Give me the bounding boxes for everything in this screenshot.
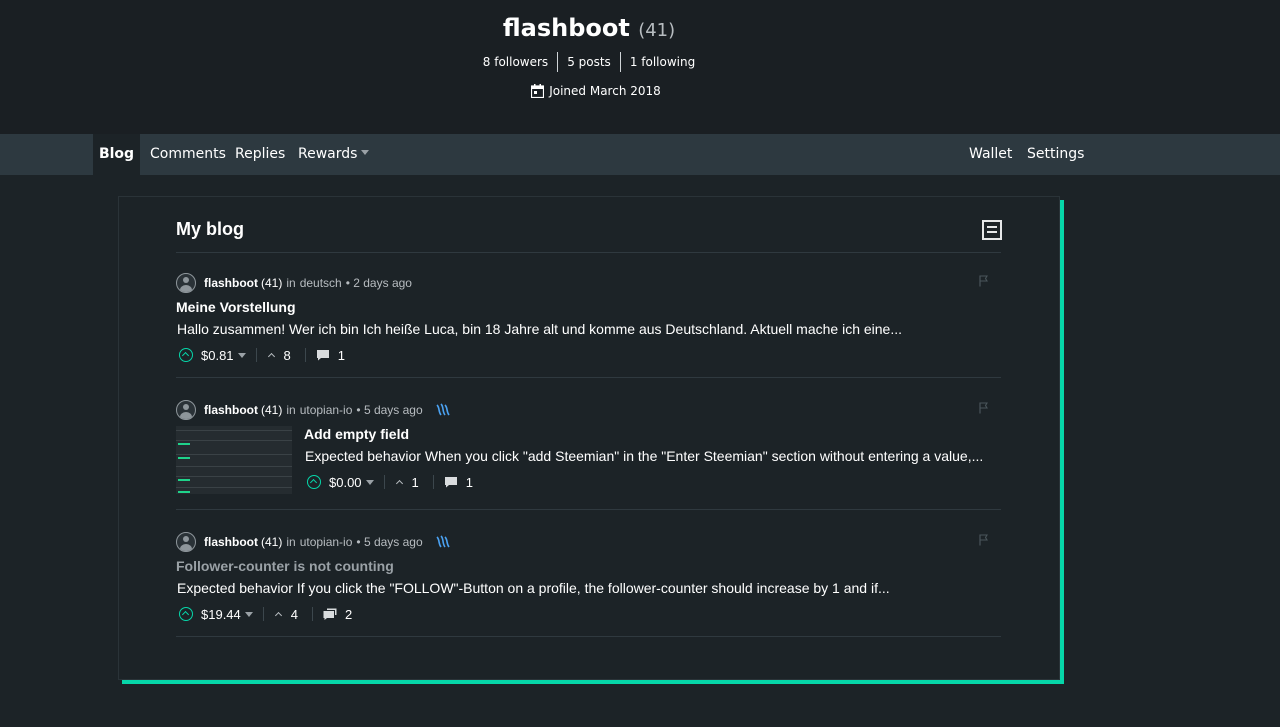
post-summary[interactable]: Expected behavior If you click the "FOLL… <box>177 580 957 596</box>
divider <box>176 377 1001 378</box>
layout-toggle-icon[interactable] <box>982 220 1002 240</box>
post-author[interactable]: flashboot <box>204 276 258 290</box>
post-votes[interactable]: 4 <box>291 607 298 622</box>
upvote-icon[interactable] <box>179 607 193 621</box>
followers-link[interactable]: 8 followers <box>474 52 557 72</box>
chevron-down-icon[interactable] <box>237 352 246 358</box>
post-in: in <box>286 535 296 549</box>
avatar[interactable] <box>176 273 196 293</box>
post-summary[interactable]: Expected behavior When you click "add St… <box>305 448 1001 464</box>
divider <box>262 607 264 621</box>
post-item: flashboot (41) in utopian-io • 5 days ag… <box>176 400 1001 505</box>
flag-icon[interactable] <box>979 534 989 546</box>
post-meta: flashboot (41) in utopian-io • 5 days ag… <box>176 532 451 552</box>
post-author[interactable]: flashboot <box>204 535 258 549</box>
comment-icon <box>444 477 457 488</box>
profile-reputation: (41) <box>638 20 676 41</box>
tab-blog[interactable]: Blog <box>93 134 140 175</box>
divider <box>176 636 1001 637</box>
chevron-down-icon[interactable] <box>365 479 374 485</box>
post-author-rep: (41) <box>261 276 283 290</box>
post-meta: flashboot (41) in utopian-io • 5 days ag… <box>176 400 451 420</box>
divider <box>176 252 1001 253</box>
flag-icon[interactable] <box>979 402 989 414</box>
post-payout[interactable]: $0.00 <box>329 475 362 490</box>
post-time[interactable]: • 2 days ago <box>346 276 412 290</box>
divider <box>176 509 1001 510</box>
post-summary[interactable]: Hallo zusammen! Wer ich bin Ich heiße Lu… <box>177 321 957 337</box>
comment-icon <box>316 350 329 361</box>
steem-icon <box>436 403 450 416</box>
post-category[interactable]: utopian-io <box>300 403 353 417</box>
post-category[interactable]: utopian-io <box>300 535 353 549</box>
post-title[interactable]: Meine Vorstellung <box>176 299 296 315</box>
post-title[interactable]: Add empty field <box>304 426 409 442</box>
post-time[interactable]: • 5 days ago <box>356 403 422 417</box>
tab-comments[interactable]: Comments <box>150 134 226 175</box>
divider <box>304 348 306 362</box>
tab-settings[interactable]: Settings <box>1027 134 1084 175</box>
post-item: flashboot (41) in utopian-io • 5 days ag… <box>176 532 1001 632</box>
avatar[interactable] <box>176 532 196 552</box>
post-in: in <box>286 276 296 290</box>
votes-icon <box>395 478 404 487</box>
post-comments[interactable]: 2 <box>345 607 352 622</box>
profile-username: flashboot <box>502 14 630 42</box>
post-meta: flashboot (41) in deutsch • 2 days ago <box>176 273 416 293</box>
post-thumbnail[interactable] <box>176 426 292 494</box>
post-footer: $19.44 4 2 <box>176 604 352 624</box>
post-footer: $0.81 8 1 <box>176 345 345 365</box>
divider <box>432 475 434 489</box>
chevron-down-icon <box>361 149 370 155</box>
post-footer: $0.00 1 1 <box>304 472 473 492</box>
post-payout[interactable]: $19.44 <box>201 607 241 622</box>
posts-count: 5 posts <box>557 52 620 72</box>
divider <box>312 607 313 621</box>
profile-stats: 8 followers 5 posts 1 following <box>0 52 1178 72</box>
post-item: flashboot (41) in deutsch • 2 days ago M… <box>176 273 1001 373</box>
tab-rewards-label: Rewards <box>298 146 358 162</box>
calendar-icon <box>531 84 545 98</box>
post-votes[interactable]: 8 <box>284 348 291 363</box>
post-comments[interactable]: 1 <box>466 475 473 490</box>
post-comments[interactable]: 1 <box>338 348 345 363</box>
post-title[interactable]: Follower-counter is not counting <box>176 558 394 574</box>
divider <box>383 475 385 489</box>
post-votes[interactable]: 1 <box>412 475 419 490</box>
votes-icon <box>274 610 283 619</box>
post-time[interactable]: • 5 days ago <box>356 535 422 549</box>
blog-title: My blog <box>176 219 244 239</box>
upvote-icon[interactable] <box>179 348 193 362</box>
profile-header: flashboot (41) 8 followers 5 posts 1 fol… <box>0 0 1280 134</box>
profile-nav: Blog Comments Replies Rewards Wallet Set… <box>0 134 1280 175</box>
tab-wallet[interactable]: Wallet <box>969 134 1012 175</box>
post-in: in <box>286 403 296 417</box>
votes-icon <box>267 351 276 360</box>
post-category[interactable]: deutsch <box>300 276 342 290</box>
divider <box>255 348 257 362</box>
blog-card: My blog flashboot (41) in deutsch • 2 da… <box>118 196 1060 680</box>
flag-icon[interactable] <box>979 275 989 287</box>
chevron-down-icon[interactable] <box>244 611 253 617</box>
post-author[interactable]: flashboot <box>204 403 258 417</box>
profile-name: flashboot (41) <box>0 14 1178 42</box>
avatar[interactable] <box>176 400 196 420</box>
comments-icon <box>323 608 337 620</box>
joined-date: Joined March 2018 <box>0 84 1192 98</box>
tab-rewards[interactable]: Rewards <box>298 134 370 175</box>
tab-replies[interactable]: Replies <box>235 134 285 175</box>
following-link[interactable]: 1 following <box>619 52 704 72</box>
post-payout[interactable]: $0.81 <box>201 348 234 363</box>
joined-label: Joined March 2018 <box>549 84 661 98</box>
post-author-rep: (41) <box>261 403 283 417</box>
post-author-rep: (41) <box>261 535 283 549</box>
upvote-icon[interactable] <box>307 475 321 489</box>
steem-icon <box>436 535 450 548</box>
